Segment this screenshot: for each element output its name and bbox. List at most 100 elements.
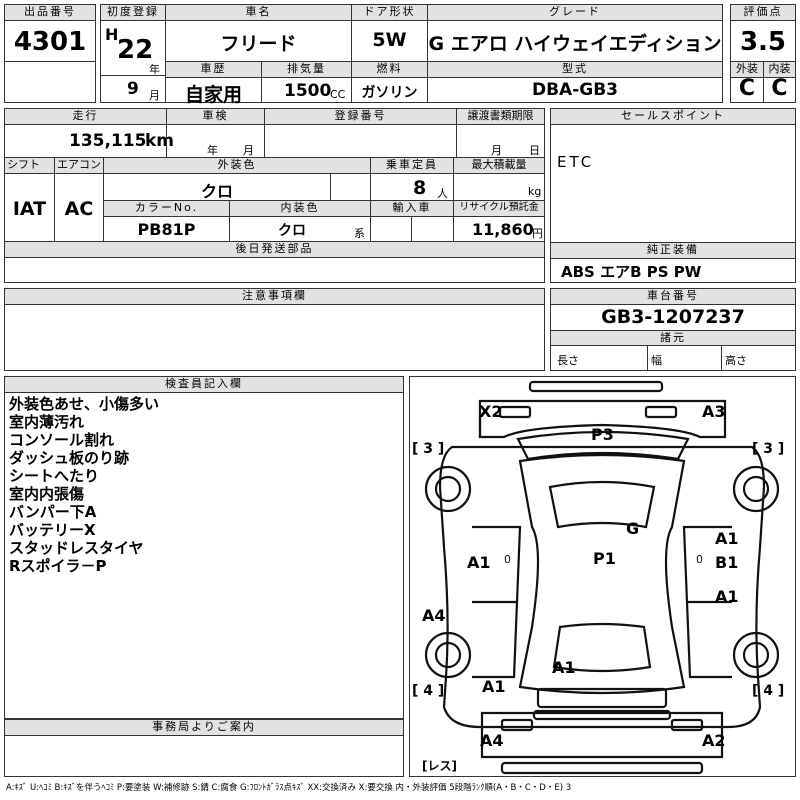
inspection-header: 車検 — [167, 109, 264, 125]
door-header: ドア形状 — [352, 5, 427, 21]
svg-text:0: 0 — [696, 553, 703, 566]
capacity-cell: 乗車定員 8 人 — [370, 157, 454, 201]
deadline-month-unit: 月 — [491, 144, 502, 157]
svg-text:0: 0 — [504, 553, 511, 566]
ext-color-cell: 外装色 クロ — [103, 157, 371, 201]
color-no-header: カラーNo. — [104, 201, 229, 217]
notes-header: 注意事項欄 — [5, 289, 544, 305]
deadline-cell: 譲渡書類期限 月 日 — [456, 108, 545, 158]
chassis-cell: 車台番号 GB3-1207237 諸元 長さ 幅 高さ — [550, 288, 796, 371]
genuine-equip-header: 純正装備 — [551, 243, 795, 259]
inspector-header: 検査員記入欄 — [5, 377, 403, 393]
displacement-value: 1500 — [284, 81, 332, 101]
later-parts-header: 後日発送部品 — [5, 242, 544, 258]
inspector-note: シートへたり — [9, 467, 100, 485]
displacement-header: 排気量 — [262, 62, 351, 78]
inspector-note: ダッシュ板のり跡 — [9, 449, 130, 467]
exterior-grade-cell: 外装 C — [730, 61, 764, 103]
damage-mark-a1-right-rear: A1 — [715, 587, 739, 606]
month-unit: 月 — [149, 89, 160, 102]
max-load-header: 最大積載量 — [454, 158, 544, 174]
recycle-value: 11,860 — [472, 220, 534, 239]
legend-text: A:ｷｽﾞ U:ﾍｺﾐ B:ｷｽﾞを伴うﾍｺﾐ P:要塗装 W:補修跡 S:錆 … — [6, 783, 572, 793]
office-header: 事務局よりご案内 — [5, 720, 403, 736]
recycle-unit: 円 — [532, 227, 543, 240]
interior-grade-cell: 内装 C — [763, 61, 796, 103]
history-cell: 車歴 自家用 — [165, 61, 262, 106]
damage-mark-b1: B1 — [715, 553, 739, 572]
fuel-value: ガソリン — [361, 85, 418, 101]
spec-length: 長さ — [557, 354, 579, 367]
reg-no-header: 登録番号 — [265, 109, 456, 125]
tread-front-right: [ 3 ] — [752, 441, 785, 457]
first-reg-header: 初度登録 — [101, 5, 165, 21]
aircon-header: エアコン — [55, 158, 103, 174]
sales-point-value: ETC — [557, 153, 595, 171]
ext-color-header: 外装色 — [104, 158, 370, 174]
damage-mark-p3: P3 — [591, 425, 614, 444]
inspector-note: 外装色あせ、小傷多い — [9, 395, 160, 413]
score-header: 評価点 — [731, 5, 795, 21]
deadline-day-unit: 日 — [529, 144, 540, 157]
spec-width: 幅 — [651, 354, 662, 367]
fuel-header: 燃料 — [352, 62, 427, 78]
max-load-unit: kg — [528, 185, 542, 198]
car-name-header: 車名 — [166, 5, 351, 21]
reg-no-cell: 登録番号 — [264, 108, 457, 158]
inspector-note: スタッドレスタイヤ — [9, 539, 144, 557]
month-value: 9 — [127, 79, 139, 99]
mileage-value: 135,115 — [69, 131, 147, 151]
damage-mark-a1-bottom-center: A1 — [552, 658, 576, 677]
import-header: 輸入車 — [371, 201, 453, 217]
displacement-unit: CC — [330, 88, 346, 101]
lot-no-value: 4301 — [13, 27, 87, 57]
month-cell: 9 月 — [100, 75, 166, 103]
capacity-header: 乗車定員 — [371, 158, 453, 174]
damage-mark-a4-bottom: A4 — [480, 731, 504, 750]
inspector-note: 室内薄汚れ — [9, 413, 85, 431]
car-name-cell: 車名 フリード — [165, 4, 352, 62]
int-color-cell: 内装色 クロ 系 — [229, 200, 371, 242]
damage-mark-p1: P1 — [593, 549, 616, 568]
damage-mark-a3: A3 — [702, 402, 726, 421]
capacity-unit: 人 — [437, 187, 448, 200]
mileage-cell: 走行 135,115 km — [4, 108, 174, 158]
grade-value: G エアロ ハイウェイエディション — [428, 33, 722, 55]
lot-no-lower — [4, 61, 96, 103]
specs-header: 諸元 — [551, 330, 795, 346]
year-value: 22 — [117, 35, 154, 65]
recycle-header: リサイクル預託金 — [454, 201, 544, 217]
inspector-note: バッテリーX — [9, 521, 96, 539]
inspector-cell: 検査員記入欄 外装色あせ、小傷多い 室内薄汚れ コンソール割れ ダッシュ板のり跡… — [4, 376, 404, 719]
inspector-note: コンソール割れ — [9, 431, 115, 449]
sales-point-cell: セールスポイント ETC — [550, 108, 796, 243]
interior-grade-value: C — [771, 76, 788, 101]
car-diagram: 0 0 X2 A3 P3 G P1 A1 A1 B1 A1 A4 A1 A1 A… — [409, 376, 796, 777]
spec-height: 高さ — [725, 354, 747, 367]
sales-point-header: セールスポイント — [551, 109, 795, 125]
history-value: 自家用 — [184, 84, 242, 106]
color-no-cell: カラーNo. PB81P — [103, 200, 230, 242]
aircon-value: AC — [64, 198, 94, 220]
tread-rear-left: [ 4 ] — [412, 683, 445, 699]
inspector-note: 室内内張傷 — [9, 485, 85, 503]
ext-color-value: クロ — [200, 182, 233, 201]
car-name-value: フリード — [220, 33, 297, 55]
inspector-note: Rスポイラ－P — [9, 557, 107, 575]
grade-cell: グレード G エアロ ハイウェイエディション — [427, 4, 723, 62]
first-reg-cell: 初度登録 H 22 年 — [100, 4, 166, 76]
aircon-cell: エアコン AC — [54, 157, 104, 242]
exterior-grade-value: C — [738, 76, 756, 101]
damage-mark-a1-left-door: A1 — [467, 553, 491, 572]
score-value: 3.5 — [739, 27, 787, 57]
chassis-value: GB3-1207237 — [601, 306, 745, 328]
shift-value: IAT — [12, 198, 47, 220]
damage-mark-a1-bottom-left: A1 — [482, 677, 506, 696]
int-color-header: 内装色 — [230, 201, 370, 217]
displacement-cell: 排気量 1500 CC — [261, 61, 352, 103]
int-color-value: クロ — [278, 223, 306, 239]
score-cell: 評価点 3.5 — [730, 4, 796, 62]
damage-mark-a4-left: A4 — [422, 606, 446, 625]
model-value: DBA-GB3 — [531, 80, 619, 100]
tread-rear-right: [ 4 ] — [752, 683, 785, 699]
